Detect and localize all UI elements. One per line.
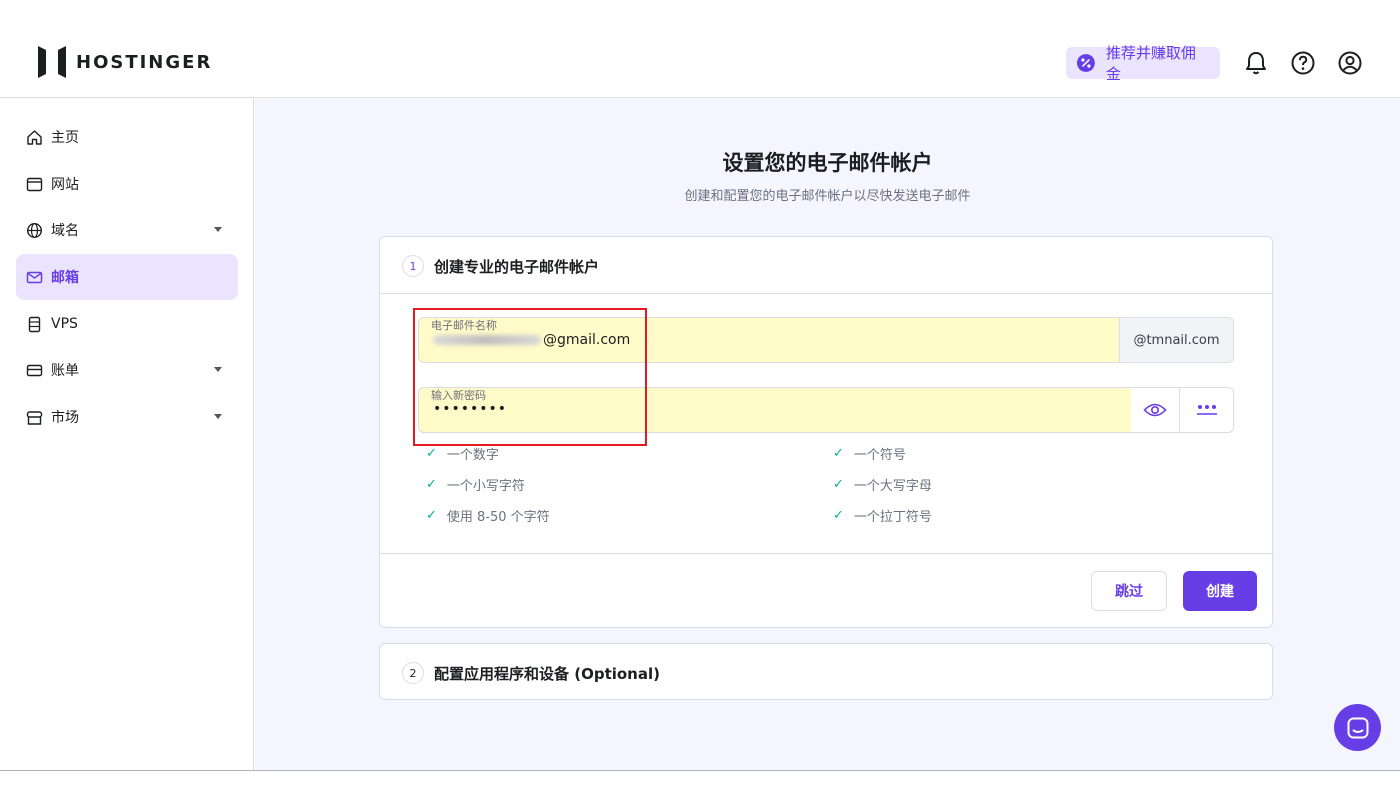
- check-icon: ✓: [833, 508, 844, 523]
- sidebar-item-home[interactable]: 主页: [16, 114, 238, 160]
- step-number: 2: [402, 662, 424, 684]
- sidebar-item-marketplace[interactable]: 市场: [16, 394, 238, 440]
- check-icon: ✓: [426, 477, 437, 492]
- step-2-card[interactable]: 2 配置应用程序和设备 (Optional): [379, 643, 1273, 700]
- referral-button[interactable]: 推荐并赚取佣金: [1066, 44, 1220, 83]
- account-icon[interactable]: [1337, 50, 1363, 76]
- email-domain-suffix: @tmnail.com: [1119, 318, 1233, 362]
- requirement-item: ✓ 一个拉丁符号: [833, 508, 932, 525]
- live-chat-button[interactable]: [1334, 704, 1381, 751]
- brand-name: HOSTINGER: [76, 51, 213, 73]
- divider: [380, 293, 1272, 294]
- sidebar-item-vps[interactable]: VPS: [16, 301, 238, 347]
- brand-logo[interactable]: HOSTINGER: [38, 46, 212, 78]
- sidebar-item-label: VPS: [51, 316, 78, 332]
- requirement-item: ✓ 一个小写字符: [426, 477, 525, 494]
- check-icon: ✓: [426, 508, 437, 523]
- sidebar-item-label: 域名: [51, 223, 79, 239]
- skip-button[interactable]: 跳过: [1091, 571, 1167, 611]
- sidebar-item-label: 账单: [51, 363, 79, 379]
- page-title: 设置您的电子邮件帐户: [722, 151, 933, 175]
- home-icon: [27, 129, 42, 145]
- sidebar-item-email[interactable]: 邮箱: [16, 254, 238, 300]
- page-subtitle: 创建和配置您的电子邮件帐户以尽快发送电子邮件: [684, 189, 971, 204]
- eye-icon: [1143, 403, 1167, 417]
- chevron-down-icon: [214, 227, 222, 232]
- hostinger-logo-icon: [38, 46, 66, 78]
- server-icon: [28, 316, 41, 332]
- chevron-down-icon: [214, 367, 222, 372]
- step-title: 创建专业的电子邮件帐户: [434, 257, 600, 276]
- mail-icon: [26, 271, 43, 283]
- sidebar-item-label: 市场: [51, 410, 79, 426]
- referral-label: 推荐并赚取佣金: [1105, 44, 1196, 83]
- requirement-item: ✓ 一个大写字母: [833, 477, 932, 494]
- sidebar-item-label: 网站: [51, 177, 79, 193]
- chat-icon: [1347, 717, 1368, 738]
- sidebar-item-label: 邮箱: [51, 270, 79, 286]
- bell-icon[interactable]: [1243, 50, 1269, 76]
- requirement-item: ✓ 一个符号: [833, 446, 906, 463]
- create-button[interactable]: 创建: [1183, 571, 1257, 611]
- sidebar-item-websites[interactable]: 网站: [16, 161, 238, 207]
- help-icon[interactable]: [1290, 50, 1316, 76]
- requirement-item: ✓ 一个数字: [426, 446, 499, 463]
- step-2-header[interactable]: 2 配置应用程序和设备 (Optional): [402, 662, 660, 684]
- show-password-button[interactable]: [1131, 388, 1179, 432]
- sidebar-item-billing[interactable]: 账单: [16, 347, 238, 393]
- check-icon: ✓: [833, 446, 844, 461]
- check-icon: ✓: [426, 446, 437, 461]
- percent-badge-icon: [1076, 54, 1095, 72]
- bottom-bar: [0, 770, 1400, 800]
- password-generator-icon: [1196, 405, 1217, 415]
- window-icon: [26, 177, 43, 191]
- sidebar: 主页 网站 域名 邮箱 VPS 账单 市场: [0, 98, 254, 770]
- sidebar-item-domains[interactable]: 域名: [16, 207, 238, 253]
- card-icon: [26, 364, 43, 376]
- annotation-highlight-box: [413, 308, 647, 446]
- globe-icon: [26, 222, 43, 238]
- step-title: 配置应用程序和设备 (Optional): [434, 664, 660, 683]
- divider: [380, 553, 1272, 554]
- generate-password-button[interactable]: [1179, 388, 1233, 432]
- step-number: 1: [402, 255, 424, 277]
- chevron-down-icon: [214, 414, 222, 419]
- step-1-header[interactable]: 1 创建专业的电子邮件帐户: [402, 255, 599, 277]
- store-icon: [26, 410, 43, 425]
- requirement-item: ✓ 使用 8-50 个字符: [426, 508, 550, 525]
- check-icon: ✓: [833, 477, 844, 492]
- top-header: HOSTINGER 推荐并赚取佣金: [0, 0, 1400, 98]
- sidebar-item-label: 主页: [51, 130, 79, 146]
